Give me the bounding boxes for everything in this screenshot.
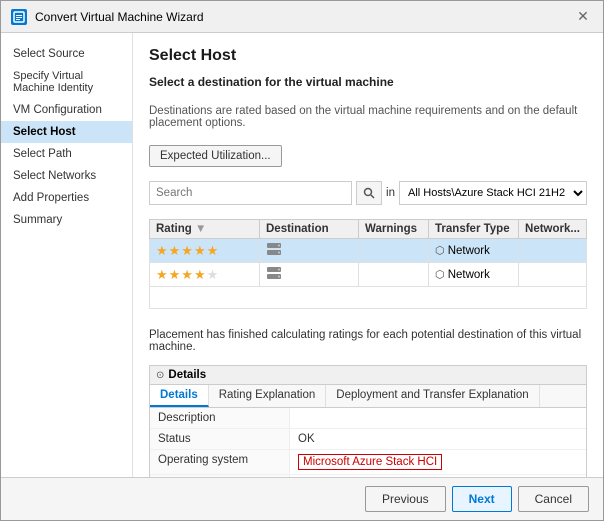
search-row: in All Hosts\Azure Stack HCI 21H2	[149, 181, 587, 205]
previous-button[interactable]: Previous	[365, 486, 446, 512]
details-header: ⊙ Details	[150, 366, 586, 385]
warnings-cell	[359, 263, 429, 287]
collapse-icon[interactable]: ⊙	[156, 370, 164, 381]
search-icon	[363, 187, 375, 199]
destination-cell	[260, 239, 359, 263]
rating-cell: ★★★★★	[150, 263, 260, 287]
detail-row-description: Description	[150, 408, 586, 429]
cancel-button[interactable]: Cancel	[518, 486, 589, 512]
main-panel: Select Host Select a destination for the…	[133, 33, 603, 477]
scope-select[interactable]: All Hosts\Azure Stack HCI 21H2	[399, 181, 587, 205]
title-bar-left: Convert Virtual Machine Wizard	[11, 9, 204, 25]
detail-row-status: Status OK	[150, 429, 586, 450]
sidebar-item-summary[interactable]: Summary	[1, 209, 132, 231]
network-cell	[519, 263, 587, 287]
details-tabs: Details Rating Explanation Deployment an…	[150, 385, 586, 408]
table-row	[150, 287, 587, 309]
col-warnings: Warnings	[359, 220, 429, 239]
search-button[interactable]	[356, 181, 382, 205]
close-button[interactable]: ✕	[573, 7, 593, 27]
transfer-type-cell: ⬡ Network	[429, 239, 519, 263]
server-icon	[266, 266, 282, 280]
page-title: Select Host	[149, 47, 587, 65]
table-row[interactable]: ★★★★★ ⬡ Network	[150, 263, 587, 287]
detail-label-os: Operating system	[150, 450, 290, 474]
sidebar-item-add-properties[interactable]: Add Properties	[1, 187, 132, 209]
wizard-icon	[11, 9, 27, 25]
sidebar-item-select-source[interactable]: Select Source	[1, 43, 132, 65]
warnings-cell	[359, 239, 429, 263]
next-button[interactable]: Next	[452, 486, 512, 512]
details-section: ⊙ Details Details Rating Explanation Dep…	[149, 365, 587, 477]
sidebar-item-vm-configuration[interactable]: VM Configuration	[1, 99, 132, 121]
expected-utilization-button[interactable]: Expected Utilization...	[149, 145, 282, 167]
detail-value-status: OK	[290, 429, 586, 449]
col-network: Network...	[519, 220, 587, 239]
network-cell	[519, 239, 587, 263]
in-label: in	[386, 187, 395, 199]
description: Destinations are rated based on the virt…	[149, 105, 587, 129]
destination-table: Rating ▼ Destination Warnings Transfer T…	[149, 219, 587, 309]
col-rating: Rating ▼	[150, 220, 260, 239]
tab-details[interactable]: Details	[150, 385, 209, 407]
subtitle: Select a destination for the virtual mac…	[149, 75, 587, 89]
footer: Previous Next Cancel	[1, 477, 603, 520]
server-icon	[266, 242, 282, 256]
rating-cell: ★★★★★	[150, 239, 260, 263]
detail-label-description: Description	[150, 408, 290, 428]
detail-value-description	[290, 408, 586, 428]
detail-row-os: Operating system Microsoft Azure Stack H…	[150, 450, 586, 475]
os-highlight: Microsoft Azure Stack HCI	[298, 454, 442, 470]
detail-label-status: Status	[150, 429, 290, 449]
details-label: Details	[168, 369, 206, 381]
search-input[interactable]	[149, 181, 352, 205]
detail-value-os: Microsoft Azure Stack HCI	[290, 450, 586, 474]
window-title: Convert Virtual Machine Wizard	[35, 10, 204, 24]
title-bar: Convert Virtual Machine Wizard ✕	[1, 1, 603, 33]
sidebar-item-select-host[interactable]: Select Host	[1, 121, 132, 143]
content-area: Select Source Specify Virtual Machine Id…	[1, 33, 603, 477]
placement-note: Placement has finished calculating ratin…	[149, 329, 587, 353]
sidebar-item-select-networks[interactable]: Select Networks	[1, 165, 132, 187]
destination-cell	[260, 263, 359, 287]
sidebar-item-select-path[interactable]: Select Path	[1, 143, 132, 165]
transfer-type-cell: ⬡ Network	[429, 263, 519, 287]
col-transfer-type: Transfer Type	[429, 220, 519, 239]
tab-rating-explanation[interactable]: Rating Explanation	[209, 385, 327, 407]
sidebar: Select Source Specify Virtual Machine Id…	[1, 33, 133, 477]
tab-deployment-transfer[interactable]: Deployment and Transfer Explanation	[326, 385, 539, 407]
col-destination: Destination	[260, 220, 359, 239]
details-content: Description Status OK Operating system M…	[150, 408, 586, 477]
wizard-window: Convert Virtual Machine Wizard ✕ Select …	[0, 0, 604, 521]
sidebar-item-specify-identity[interactable]: Specify Virtual Machine Identity	[1, 65, 132, 99]
table-header-row: Rating ▼ Destination Warnings Transfer T…	[150, 220, 587, 239]
table-row[interactable]: ★★★★★ ⬡ Network	[150, 239, 587, 263]
